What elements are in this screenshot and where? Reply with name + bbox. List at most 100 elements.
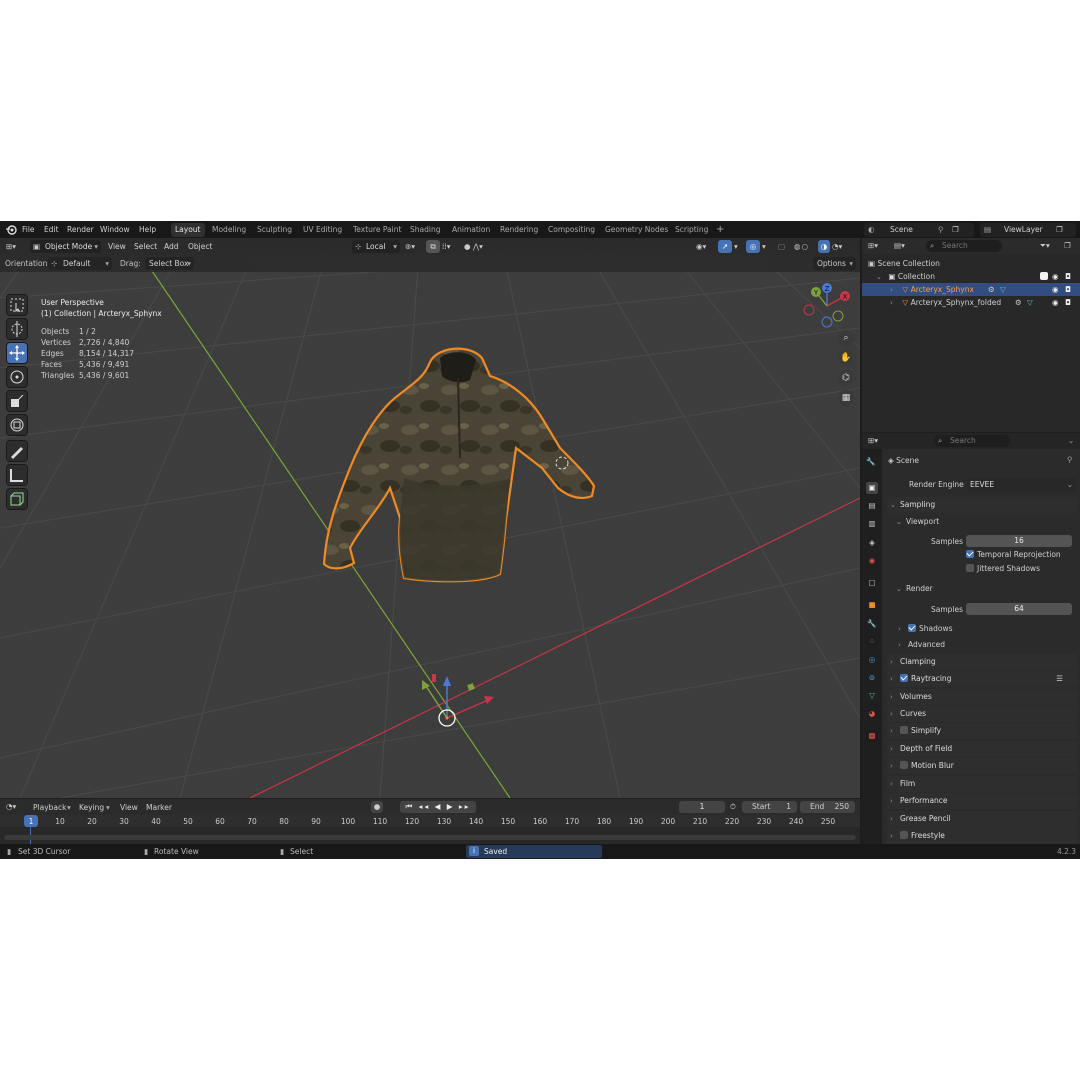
start-frame-field[interactable]: Start 1 (742, 801, 797, 813)
pivot-point-icon[interactable]: ⊛▾ (405, 240, 415, 253)
outliner-scene-collection[interactable]: ▣ Scene Collection (862, 257, 1080, 270)
new-view-layer-icon[interactable]: ❐ (1056, 223, 1063, 237)
menu-help[interactable]: Help (139, 221, 156, 238)
shading-modes[interactable]: ◍○ (794, 240, 809, 253)
move-tool[interactable] (6, 342, 28, 364)
add-cube-tool[interactable] (6, 488, 28, 510)
save-notification[interactable]: i Saved "Arcteryx_Sphynx.blend" (466, 845, 602, 858)
cursor-tool[interactable] (6, 318, 28, 340)
material-preview-shading-icon[interactable]: ◑ (818, 240, 830, 253)
xray-toggle-icon[interactable]: ▢ (778, 240, 785, 253)
tab-compositing[interactable]: Compositing (544, 223, 599, 237)
tab-geometry-nodes[interactable]: Geometry Nodes (601, 223, 672, 237)
chevron-down-icon[interactable]: ▾ (762, 240, 766, 253)
menu-window[interactable]: Window (100, 221, 130, 238)
eye-icon[interactable]: ◉ (1052, 296, 1059, 309)
panel-motion-blur[interactable]: › Motion Blur (886, 758, 1077, 774)
new-collection-icon[interactable]: ❐ (1064, 240, 1071, 252)
blender-logo-icon[interactable] (5, 221, 17, 238)
viewport-samples-field[interactable]: 16 (966, 535, 1072, 547)
menu-add[interactable]: Add (164, 241, 179, 252)
stopwatch-icon[interactable]: ⏱ (730, 801, 736, 813)
panel-film[interactable]: › Film (886, 776, 1077, 792)
subpanel-render[interactable]: ⌄ Render (896, 581, 933, 597)
visibility-icon[interactable]: ◉▾ (696, 240, 706, 253)
timeline-scrollbar[interactable] (4, 835, 856, 840)
panel-grease-pencil[interactable]: › Grease Pencil (886, 811, 1077, 827)
panel-sampling[interactable]: ⌄ Sampling (886, 497, 1077, 513)
tab-uv-editing[interactable]: UV Editing (299, 223, 346, 237)
camera-icon[interactable]: ◘ (1065, 283, 1071, 296)
snap-target-icon[interactable]: ⁞⁞▾ (442, 240, 451, 253)
new-scene-icon[interactable]: ❐ (952, 223, 959, 237)
scene-tab-icon[interactable]: ◈ (866, 537, 878, 549)
record-icon[interactable]: ● (371, 801, 383, 813)
panel-raytracing[interactable]: › Raytracing ☰ (886, 671, 1077, 687)
navigation-gizmo[interactable]: Z X Y (800, 278, 856, 334)
world-tab-icon[interactable]: ◉ (866, 555, 878, 567)
editor-type-icon[interactable]: ⊞▾ (868, 435, 878, 447)
drag-selector[interactable]: Select Box ▾ (145, 257, 194, 270)
transform-tool[interactable] (6, 414, 28, 436)
overlay-toggle-icon[interactable]: ◎ (746, 240, 760, 253)
menu-playback[interactable]: Playback (33, 802, 66, 813)
zoom-icon[interactable]: ⌕ (838, 330, 854, 346)
tab-modeling[interactable]: Modeling (208, 223, 250, 237)
constraints-tab-icon[interactable]: ⊚ (866, 672, 878, 684)
material-tab-icon[interactable]: ◕ (866, 708, 878, 720)
tab-rendering[interactable]: Rendering (496, 223, 542, 237)
outliner-item-arcteryx-sphynx-folded[interactable]: › ▽ Arcteryx_Sphynx_folded ⚙ ▽ ◉ ◘ (862, 296, 1080, 309)
chevron-down-icon[interactable]: ▾ (734, 240, 738, 253)
chevron-down-icon[interactable]: ⌄ (1068, 435, 1074, 447)
object-tab-icon[interactable]: ■ (866, 599, 878, 611)
menu-keying[interactable]: Keying (79, 802, 104, 813)
outliner-item-arcteryx-sphynx[interactable]: › ▽ Arcteryx_Sphynx ⚙ ▽ ◉ ◘ (862, 283, 1080, 296)
options-button[interactable]: Options ▾ (813, 257, 856, 270)
mode-selector[interactable]: ▣ Object Mode ▾ (30, 240, 101, 253)
outliner-search-input[interactable]: ⌕ Search (926, 240, 1002, 252)
panel-simplify[interactable]: › Simplify (886, 723, 1077, 739)
editor-type-icon[interactable]: ⊞▾ (868, 240, 878, 252)
tab-scripting[interactable]: Scripting (671, 223, 712, 237)
playback-controls[interactable]: ⏮ ◂◂ ◀ ▶ ▸▸ ⏭ (400, 801, 476, 823)
properties-search-input[interactable]: ⌕ Search (934, 435, 1010, 447)
camera-view-icon[interactable]: ⌬ (838, 370, 854, 386)
subpanel-viewport[interactable]: ⌄ Viewport (896, 514, 939, 530)
perspective-toggle-icon[interactable]: ▦ (838, 390, 854, 406)
tab-sculpting[interactable]: Sculpting (253, 223, 296, 237)
outliner-collection[interactable]: ⌄ ▣ Collection ◉ ◘ (862, 270, 1080, 283)
panel-volumes[interactable]: › Volumes (886, 689, 1077, 705)
select-box-tool[interactable] (6, 294, 28, 316)
display-mode-icon[interactable]: ▤▾ (894, 240, 905, 252)
render-samples-field[interactable]: 64 (966, 603, 1072, 615)
menu-file[interactable]: File (22, 221, 35, 238)
transform-orientation-selector[interactable]: ⊹ Local ▾ (352, 240, 400, 253)
texture-tab-icon[interactable]: ▩ (866, 730, 878, 742)
panel-curves[interactable]: › Curves (886, 706, 1077, 722)
physics-tab-icon[interactable]: ◎ (866, 654, 878, 666)
pin-icon[interactable]: ⚲ (938, 223, 944, 237)
rendered-shading-icon[interactable]: ◔▾ (832, 240, 842, 253)
panel-clamping[interactable]: › Clamping (886, 654, 1077, 670)
menu-render[interactable]: Render (67, 221, 94, 238)
eye-icon[interactable]: ◉ (1052, 270, 1059, 283)
current-frame-field[interactable]: 1 (679, 801, 725, 813)
modifier-tab-icon[interactable]: 🔧 (866, 618, 878, 630)
tab-layout[interactable]: Layout (171, 223, 205, 237)
view-layer-tab-icon[interactable]: ▥ (866, 518, 878, 530)
menu-marker[interactable]: Marker (146, 802, 172, 813)
camera-icon[interactable]: ◘ (1065, 270, 1071, 283)
scene-selector[interactable]: ◐ Scene ⚲ ❐ (864, 223, 974, 237)
panel-freestyle[interactable]: › Freestyle (886, 828, 1077, 844)
view-layer-selector[interactable]: ▤ ViewLayer ❐ (980, 223, 1076, 237)
tab-shading[interactable]: Shading (406, 223, 444, 237)
panel-depth-of-field[interactable]: › Depth of Field (886, 741, 1077, 757)
annotate-tool[interactable] (6, 440, 28, 462)
menu-select[interactable]: Select (134, 241, 157, 252)
pan-hand-icon[interactable]: ✋ (838, 350, 854, 366)
list-icon[interactable]: ☰ (1056, 671, 1063, 687)
orientation-selector[interactable]: ⊹ Default ▾ (48, 257, 112, 270)
render-tab-icon[interactable]: ▣ (866, 482, 878, 494)
tab-animation[interactable]: Animation (448, 223, 494, 237)
proportional-edit-icon[interactable]: ● ⋀▾ (464, 240, 483, 253)
